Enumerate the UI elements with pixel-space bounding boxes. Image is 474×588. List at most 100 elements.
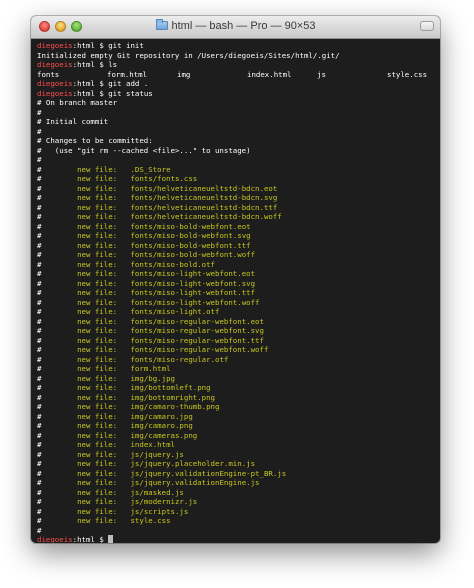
window-title: html — bash — Pro — 90×53 — [31, 19, 440, 32]
new-file-label: new file: — [77, 183, 118, 193]
file-path: js/jquery.validationEngine.js — [130, 478, 260, 487]
file-path: index.html — [130, 440, 175, 449]
file-path: js/scripts.js — [130, 506, 189, 516]
new-file-label: new file: — [77, 364, 118, 373]
prompt-suffix: $ — [94, 88, 109, 98]
prompt-line: diegoeis:html $ — [37, 535, 434, 543]
file-path: fonts/miso-bold-webfont.svg — [130, 231, 251, 240]
ls-item: style.css — [387, 69, 428, 79]
new-file-label: new file: — [77, 402, 118, 411]
staged-file-line: # new file: js/jquery.js — [37, 450, 434, 460]
staged-file-line: # new file: fonts/miso-regular.otf — [37, 355, 434, 365]
new-file-label: new file: — [77, 316, 118, 326]
new-file-label: new file: — [77, 288, 118, 297]
file-path: fonts/miso-bold-webfont.eot — [130, 221, 251, 231]
file-path: fonts/miso-regular-webfont.eot — [130, 316, 264, 326]
prompt-suffix: $ — [94, 535, 109, 543]
new-file-label: new file: — [77, 440, 118, 449]
file-path: fonts/miso-bold.otf — [130, 259, 216, 269]
staged-file-line: # new file: js/jquery.validationEngine.j… — [37, 478, 434, 488]
prompt-line: diegoeis:html $ git init — [37, 41, 434, 51]
staged-file-line: # new file: fonts/miso-light-webfont.svg — [37, 279, 434, 289]
staged-file-line: # new file: img/camaro.png — [37, 421, 434, 431]
file-path: fonts/miso-light-webfont.ttf — [130, 288, 256, 297]
file-path: style.css — [130, 516, 171, 525]
file-path: js/modernizr.js — [130, 497, 198, 506]
file-path: img/bottomleft.png — [130, 383, 211, 392]
new-file-label: new file: — [77, 335, 118, 345]
staged-file-line: # new file: fonts/miso-bold-webfont.ttf — [37, 241, 434, 251]
new-file-label: new file: — [77, 259, 118, 269]
staged-file-line: # new file: fonts/miso-regular-webfont.t… — [37, 336, 434, 346]
new-file-label: new file: — [77, 269, 118, 278]
folder-icon — [155, 19, 168, 30]
new-file-label: new file: — [77, 278, 118, 288]
new-file-label: new file: — [77, 326, 118, 335]
new-file-label: new file: — [77, 383, 118, 392]
toolbar-toggle-button[interactable] — [420, 21, 434, 31]
ls-output-line: fonts form.html img index.html js style.css — [37, 70, 434, 80]
output-line: # — [37, 126, 42, 136]
file-path: fonts/miso-regular-webfont.woff — [130, 345, 269, 354]
new-file-label: new file: — [77, 221, 118, 231]
staged-file-line: # new file: img/bottomleft.png — [37, 383, 434, 393]
file-path: img/camaro-thumb.png — [130, 402, 220, 411]
new-file-label: new file: — [77, 345, 118, 354]
staged-file-line: # new file: js/scripts.js — [37, 507, 434, 517]
staged-file-line: # new file: fonts/miso-bold.otf — [37, 260, 434, 270]
new-file-label: new file: — [77, 468, 118, 478]
staged-file-line: # new file: fonts/miso-light-webfont.wof… — [37, 298, 434, 308]
staged-file-line: # new file: fonts/miso-light-webfont.ttf — [37, 288, 434, 298]
new-file-label: new file: — [77, 174, 118, 183]
output-line: # Initial commit — [37, 117, 109, 126]
terminal-output[interactable]: diegoeis:html $ git init Initialized empt… — [31, 39, 440, 543]
new-file-label: new file: — [77, 164, 118, 174]
staged-file-line: # new file: style.css — [37, 516, 434, 526]
file-path: fonts/helveticaneueltstd-bdcn.eot — [130, 183, 278, 193]
output-line: # Changes to be committed: — [37, 136, 153, 145]
new-file-label: new file: — [77, 392, 118, 402]
prompt-user: diegoeis — [37, 535, 73, 543]
staged-file-line: # new file: fonts/fonts.css — [37, 174, 434, 184]
ls-item: fonts — [37, 69, 60, 79]
title-bar[interactable]: html — bash — Pro — 90×53 — [31, 16, 440, 39]
prompt-line: diegoeis:html $ git add . — [37, 79, 434, 89]
file-path: fonts/miso-regular-webfont.svg — [130, 326, 264, 335]
staged-file-line: # new file: fonts/miso-bold-webfont.svg — [37, 231, 434, 241]
prompt-host: html — [77, 41, 95, 50]
new-file-label: new file: — [77, 506, 118, 516]
staged-file-line: # new file: fonts/helveticaneueltstd-bdc… — [37, 193, 434, 203]
window-title-text: html — bash — Pro — 90×53 — [171, 20, 316, 32]
file-path: img/camaro.jpg — [130, 411, 193, 421]
prompt-host: html — [77, 60, 95, 69]
file-path: img/cameras.png — [130, 430, 198, 440]
staged-file-line: # new file: form.html — [37, 364, 434, 374]
staged-file-line: # new file: img/bg.jpg — [37, 374, 434, 384]
prompt-user: diegoeis — [37, 88, 73, 98]
file-path: fonts/fonts.css — [130, 174, 198, 183]
file-path: fonts/miso-light-webfont.woff — [130, 297, 260, 307]
staged-file-line: # new file: fonts/miso-regular-webfont.e… — [37, 317, 434, 327]
